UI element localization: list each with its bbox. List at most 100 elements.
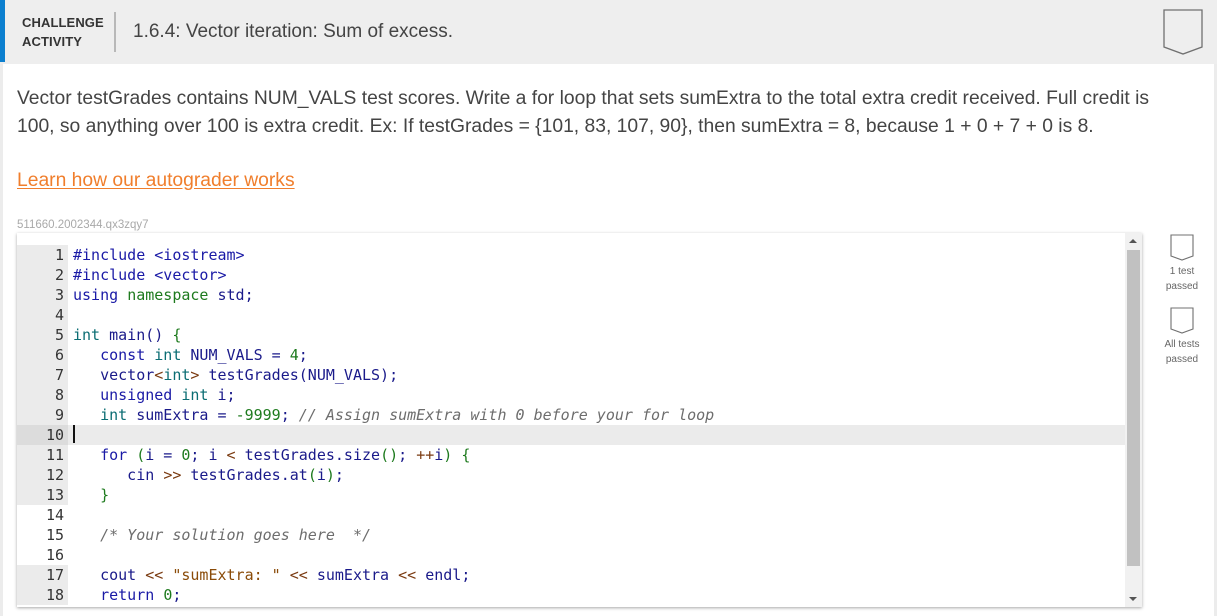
line-number: 8: [17, 385, 68, 405]
code-token: int: [73, 406, 128, 424]
code-text[interactable]: #include <iostream>: [73, 245, 245, 265]
scroll-down-arrow-icon[interactable]: [1129, 597, 1137, 601]
code-line[interactable]: 2 #include <vector>: [17, 265, 1125, 285]
code-token: ;: [334, 466, 344, 484]
code-token: testGrades(NUM_VALS);: [199, 366, 399, 384]
code-text[interactable]: #include <vector>: [73, 265, 227, 285]
activity-header: CHALLENGE ACTIVITY 1.6.4: Vector iterati…: [0, 0, 1217, 64]
code-text[interactable]: int main() {: [73, 325, 181, 345]
code-editor[interactable]: 1 #include <iostream> 2 #include <vector> 3 u…: [17, 233, 1142, 607]
code-token: i: [434, 446, 444, 464]
line-number: 12: [17, 465, 68, 485]
code-token: testGrades.at: [181, 466, 308, 484]
code-line[interactable]: 1 #include <iostream>: [17, 245, 1125, 265]
test-status-label: 1 test passed: [1158, 264, 1206, 294]
code-token: // Assign sumExtra with 0 before your fo…: [298, 406, 715, 424]
learn-autograder-link[interactable]: Learn how our autograder works: [17, 170, 295, 192]
code-token: ;: [172, 586, 182, 604]
code-token: int: [163, 366, 191, 384]
code-lines[interactable]: 1 #include <iostream> 2 #include <vector> 3 u…: [17, 245, 1125, 605]
text-cursor: [73, 425, 75, 443]
test-status-label: All tests passed: [1158, 337, 1206, 367]
code-token: /* Your solution goes here */: [73, 526, 372, 544]
line-number: 7: [17, 365, 68, 385]
line-number: 18: [17, 585, 68, 605]
code-token: ; i: [190, 446, 227, 464]
code-token: sumExtra: [307, 566, 399, 584]
code-token: const: [73, 346, 155, 364]
code-line[interactable]: 15 /* Your solution goes here */: [17, 525, 1125, 545]
code-line[interactable]: 17 cout << "sumExtra: " << sumExtra << e…: [17, 565, 1125, 585]
code-text[interactable]: const int NUM_VALS = 4;: [73, 345, 308, 365]
code-text[interactable]: /* Your solution goes here */: [73, 525, 371, 545]
code-text[interactable]: return 0;: [73, 585, 181, 605]
code-line[interactable]: 6 const int NUM_VALS = 4;: [17, 345, 1125, 365]
code-token: {: [461, 446, 471, 464]
code-line[interactable]: 3 using namespace std;: [17, 285, 1125, 305]
code-line[interactable]: 11 for (i = 0; i < testGrades.size(); ++…: [17, 445, 1125, 465]
code-token: cin: [73, 466, 164, 484]
code-text[interactable]: vector<int> testGrades(NUM_VALS);: [73, 365, 398, 385]
code-token: #include: [73, 266, 155, 284]
code-token: 4: [289, 346, 299, 364]
code-token: int: [73, 326, 101, 344]
line-number: 2: [17, 265, 68, 285]
code-text[interactable]: using namespace std;: [73, 285, 254, 305]
code-token: }: [73, 486, 110, 504]
code-token: {: [172, 326, 182, 344]
code-line[interactable]: 10: [17, 425, 1125, 445]
code-token: endl;: [416, 566, 471, 584]
code-token: #include: [73, 246, 155, 264]
code-token: ;: [298, 346, 308, 364]
code-token: <<: [145, 566, 164, 584]
activity-type-line1: CHALLENGE: [22, 15, 104, 30]
code-token: int: [181, 386, 209, 404]
test-status-all-passed: All tests passed: [1158, 307, 1206, 367]
badge-outline-icon: [1170, 307, 1194, 334]
code-text[interactable]: cout << "sumExtra: " << sumExtra << endl…: [73, 565, 470, 585]
line-number: 4: [17, 305, 68, 325]
header-accent-bar: [0, 0, 5, 62]
code-text[interactable]: cin >> testGrades.at(i);: [73, 465, 344, 485]
code-token: <<: [398, 566, 417, 584]
code-token: std;: [208, 286, 254, 304]
code-token: main(): [100, 326, 173, 344]
code-token: unsigned: [73, 386, 182, 404]
code-line[interactable]: 8 unsigned int i;: [17, 385, 1125, 405]
code-line[interactable]: 13 }: [17, 485, 1125, 505]
code-token: vector: [73, 366, 155, 384]
code-text[interactable]: int sumExtra = -9999; // Assign sumExtra…: [73, 405, 714, 425]
code-text[interactable]: for (i = 0; i < testGrades.size(); ++i) …: [73, 445, 470, 465]
code-token: sumExtra =: [127, 406, 236, 424]
line-number: 1: [17, 245, 68, 265]
scrollbar-thumb[interactable]: [1127, 250, 1140, 566]
code-token: testGrades.size: [235, 446, 381, 464]
code-token: ): [325, 466, 335, 484]
code-text[interactable]: unsigned int i;: [73, 385, 235, 405]
code-token: <: [154, 366, 164, 384]
line-number: 17: [17, 565, 68, 585]
scroll-up-arrow-icon[interactable]: [1129, 239, 1137, 243]
code-token: ;: [398, 446, 417, 464]
code-line[interactable]: 4: [17, 305, 1125, 325]
code-line[interactable]: 5 int main() {: [17, 325, 1125, 345]
code-token: i: [316, 466, 326, 484]
code-line[interactable]: 14: [17, 505, 1125, 525]
editor-scrollbar[interactable]: [1125, 233, 1142, 607]
activity-type-line2: ACTIVITY: [22, 34, 83, 49]
activity-title: 1.6.4: Vector iteration: Sum of excess.: [133, 21, 453, 42]
code-line[interactable]: 9 int sumExtra = -9999; // Assign sumExt…: [17, 405, 1125, 425]
code-token: namespace: [127, 286, 209, 304]
code-line[interactable]: 12 cin >> testGrades.at(i);: [17, 465, 1125, 485]
code-line[interactable]: 16: [17, 545, 1125, 565]
code-line[interactable]: 7 vector<int> testGrades(NUM_VALS);: [17, 365, 1125, 385]
code-text[interactable]: }: [73, 485, 109, 505]
code-line[interactable]: 18 return 0;: [17, 585, 1125, 605]
code-token: NUM_VALS =: [181, 346, 290, 364]
code-text[interactable]: [73, 425, 75, 445]
code-token: 0: [163, 586, 173, 604]
code-token: int: [154, 346, 182, 364]
code-token: ): [443, 446, 453, 464]
